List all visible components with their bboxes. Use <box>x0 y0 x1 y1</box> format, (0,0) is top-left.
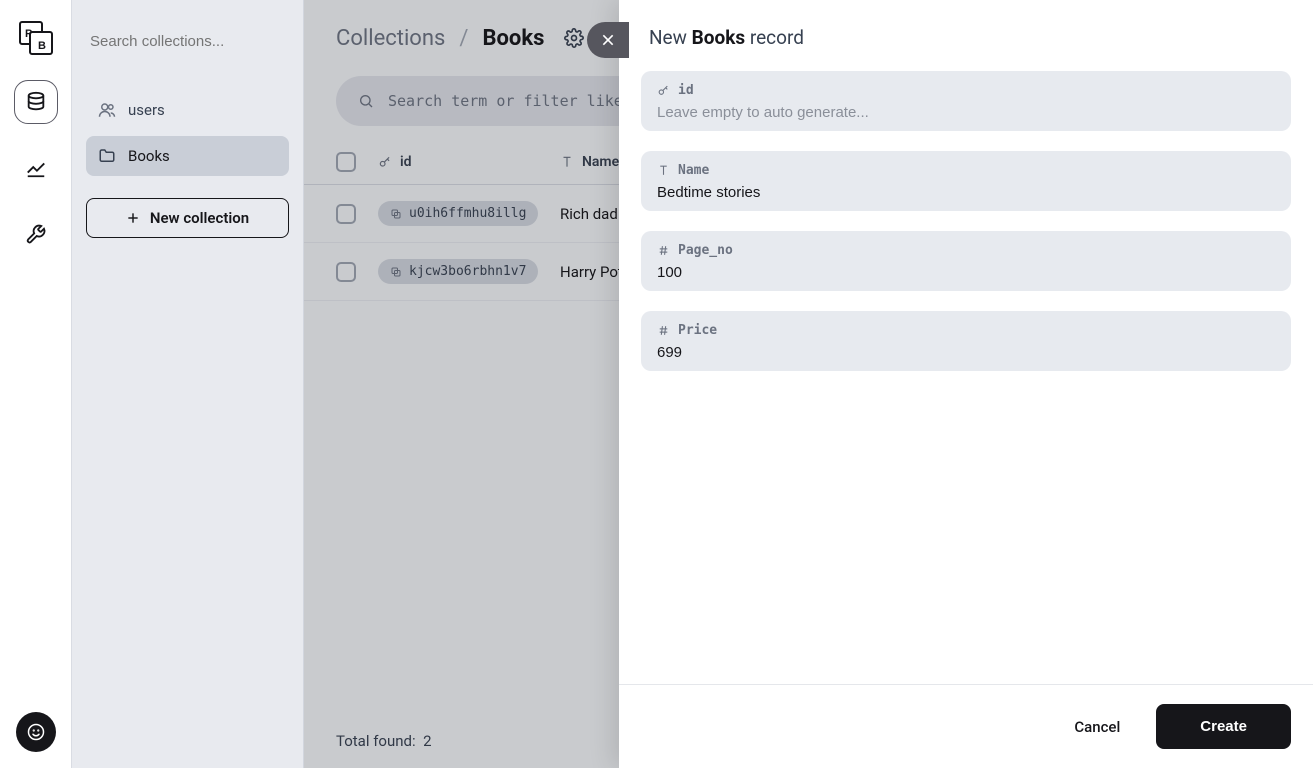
field-page-no[interactable]: Page_no <box>641 231 1291 291</box>
name-input[interactable] <box>657 184 1275 201</box>
create-button[interactable]: Create <box>1156 704 1291 749</box>
column-header-label: Name <box>582 154 619 170</box>
text-icon <box>560 155 574 169</box>
row-checkbox[interactable] <box>336 262 356 282</box>
new-collection-label: New collection <box>150 209 249 227</box>
nav-settings[interactable] <box>14 212 58 256</box>
copy-icon <box>390 208 402 220</box>
row-id-value: kjcw3bo6rbhn1v7 <box>409 264 526 279</box>
id-input[interactable] <box>657 104 1275 121</box>
new-record-panel: New Books record id Name <box>619 0 1313 768</box>
search-icon <box>358 93 374 109</box>
hash-icon <box>657 324 670 337</box>
field-label-text: Name <box>678 163 709 178</box>
new-collection-button[interactable]: New collection <box>86 198 289 238</box>
svg-text:P: P <box>25 28 32 40</box>
sidebar-item-users[interactable]: users <box>86 90 289 130</box>
nav-logs[interactable] <box>14 146 58 190</box>
plus-icon <box>126 211 140 225</box>
filter-placeholder: Search term or filter like c <box>388 92 641 110</box>
column-header-id[interactable]: id <box>378 154 538 170</box>
page-no-input[interactable] <box>657 264 1275 281</box>
field-label-text: id <box>678 83 694 98</box>
help-button[interactable] <box>16 712 56 752</box>
collection-settings-button[interactable] <box>558 22 590 54</box>
copy-icon <box>390 266 402 278</box>
field-label-text: Price <box>678 323 717 338</box>
column-header-name[interactable]: Name <box>560 154 619 170</box>
breadcrumb-root[interactable]: Collections <box>336 26 445 51</box>
field-label-text: Page_no <box>678 243 733 258</box>
main-content: Collections / Books Search term or filte… <box>304 0 1313 768</box>
field-id[interactable]: id <box>641 71 1291 131</box>
collections-sidebar: users Books New collection <box>72 0 304 768</box>
row-checkbox[interactable] <box>336 204 356 224</box>
column-header-label: id <box>400 154 412 170</box>
price-input[interactable] <box>657 344 1275 361</box>
text-icon <box>657 164 670 177</box>
close-icon <box>600 32 616 48</box>
sidebar-item-label: users <box>128 101 165 119</box>
field-name[interactable]: Name <box>641 151 1291 211</box>
key-icon <box>657 84 670 97</box>
field-price[interactable]: Price <box>641 311 1291 371</box>
svg-text:B: B <box>38 40 46 52</box>
breadcrumb-current: Books <box>482 26 544 51</box>
breadcrumb-separator: / <box>459 26 468 51</box>
users-icon <box>98 101 116 119</box>
close-panel-button[interactable] <box>587 22 629 58</box>
cancel-button[interactable]: Cancel <box>1060 708 1134 746</box>
hash-icon <box>657 244 670 257</box>
key-icon <box>378 155 392 169</box>
collection-search-input[interactable] <box>90 33 285 50</box>
total-found: Total found: 2 <box>336 732 432 750</box>
folder-icon <box>98 147 116 165</box>
app-logo: P B <box>16 18 56 58</box>
row-id-value: u0ih6ffmhu8illg <box>409 206 526 221</box>
sidebar-item-books[interactable]: Books <box>86 136 289 176</box>
nav-rail: P B <box>0 0 72 768</box>
sidebar-item-label: Books <box>128 147 170 165</box>
nav-collections[interactable] <box>14 80 58 124</box>
select-all-checkbox[interactable] <box>336 152 356 172</box>
row-name-value: Harry Pott <box>560 263 628 281</box>
id-chip[interactable]: kjcw3bo6rbhn1v7 <box>378 259 538 284</box>
id-chip[interactable]: u0ih6ffmhu8illg <box>378 201 538 226</box>
panel-title: New Books record <box>619 0 1313 63</box>
